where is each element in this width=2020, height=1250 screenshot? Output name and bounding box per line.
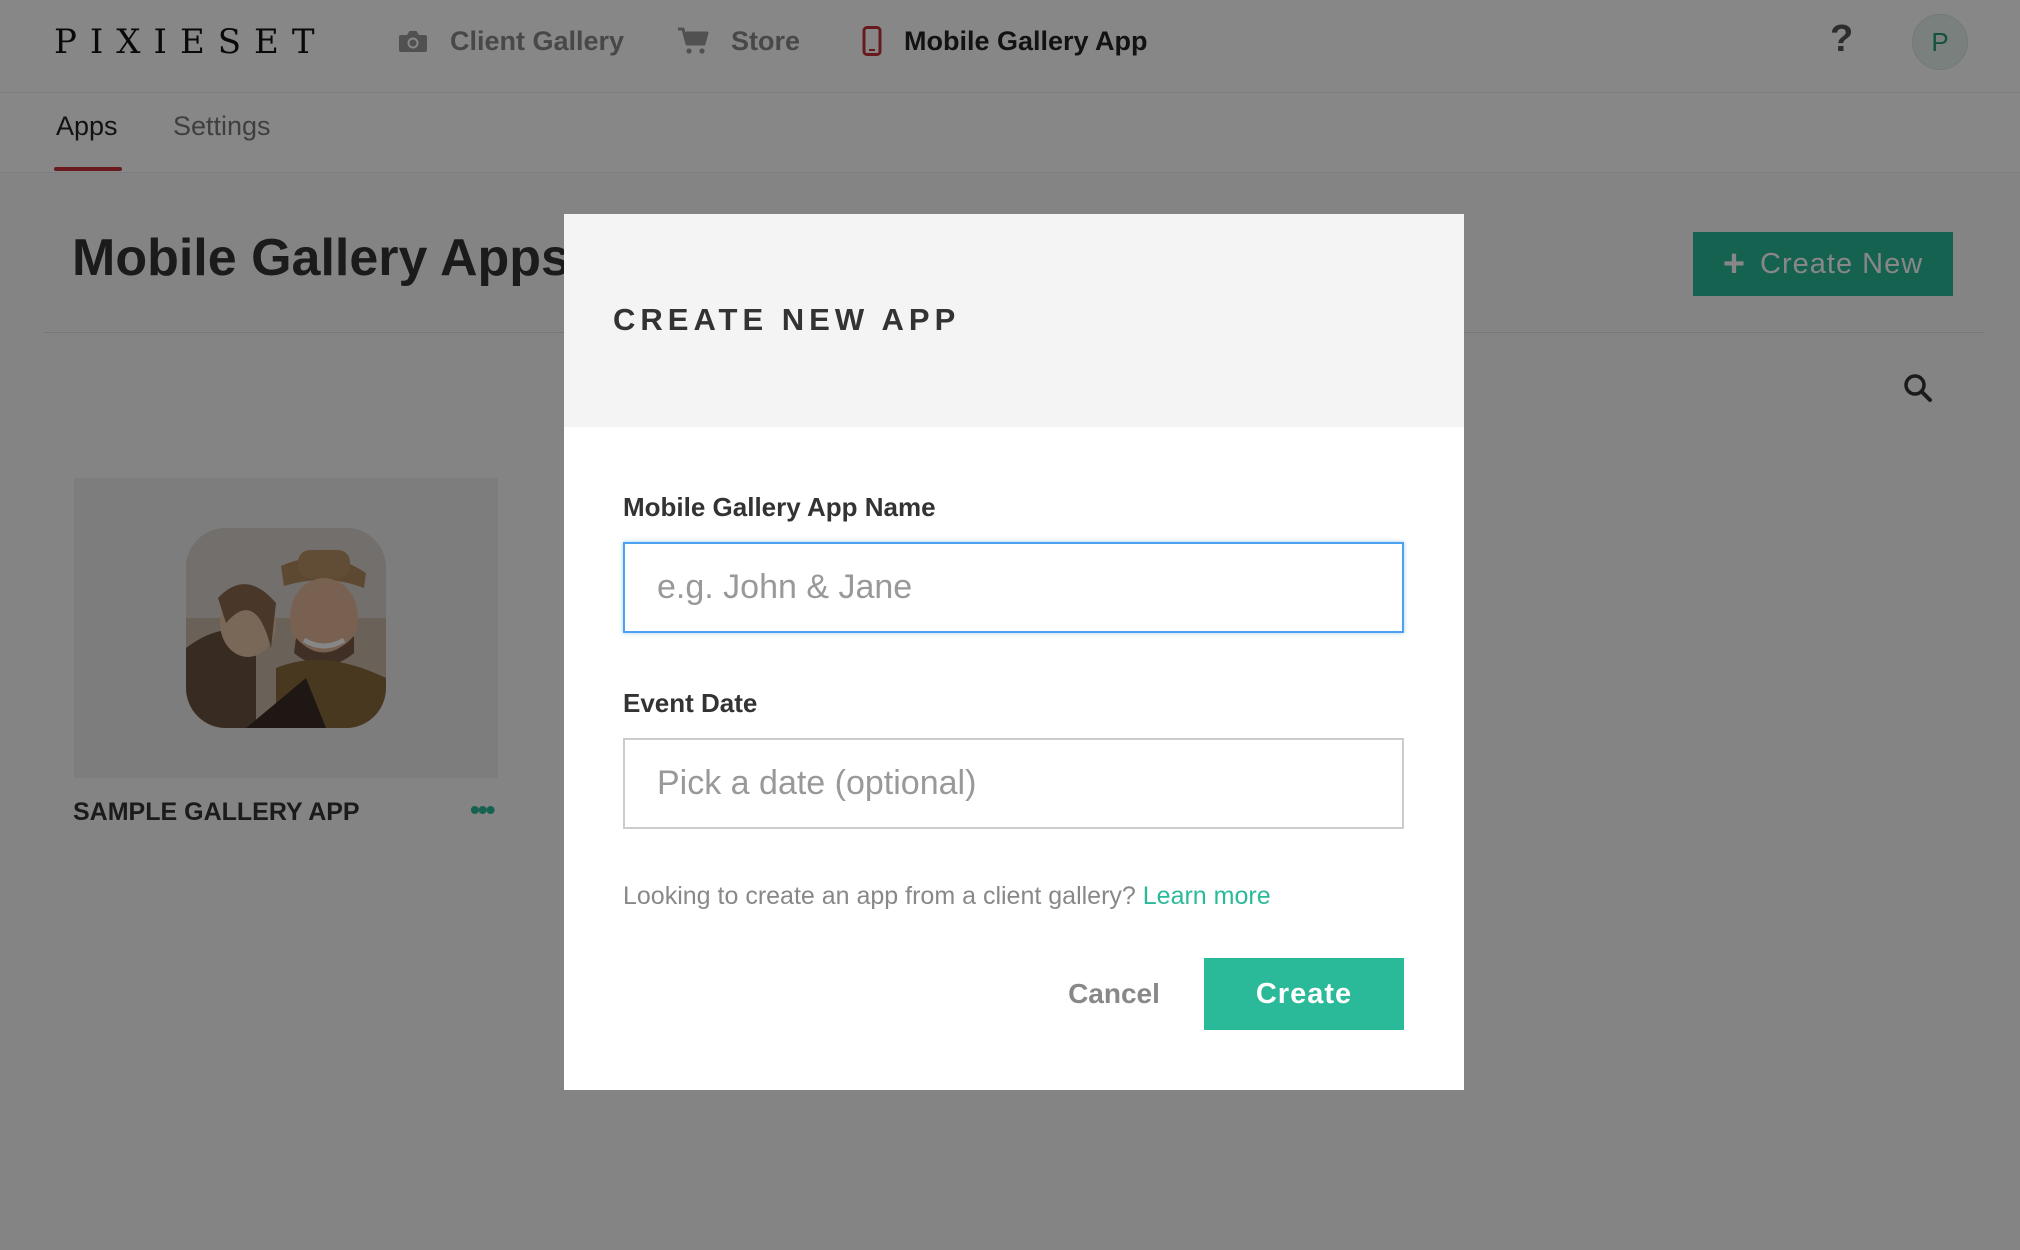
create-new-app-dialog: CREATE NEW APP Mobile Gallery App Name E… [564,214,1464,1090]
event-date-label: Event Date [623,688,758,718]
app-name-input[interactable] [623,542,1404,633]
app-name-label: Mobile Gallery App Name [623,492,936,522]
event-date-input[interactable] [623,738,1404,829]
learn-more-link[interactable]: Learn more [1143,882,1271,910]
hint-text: Looking to create an app from a client g… [623,882,1143,910]
client-gallery-hint: Looking to create an app from a client g… [623,882,1271,911]
modal-header: CREATE NEW APP [564,214,1464,427]
modal-title: CREATE NEW APP [613,302,961,337]
create-button[interactable]: Create [1204,958,1404,1030]
cancel-button[interactable]: Cancel [1034,958,1194,1030]
